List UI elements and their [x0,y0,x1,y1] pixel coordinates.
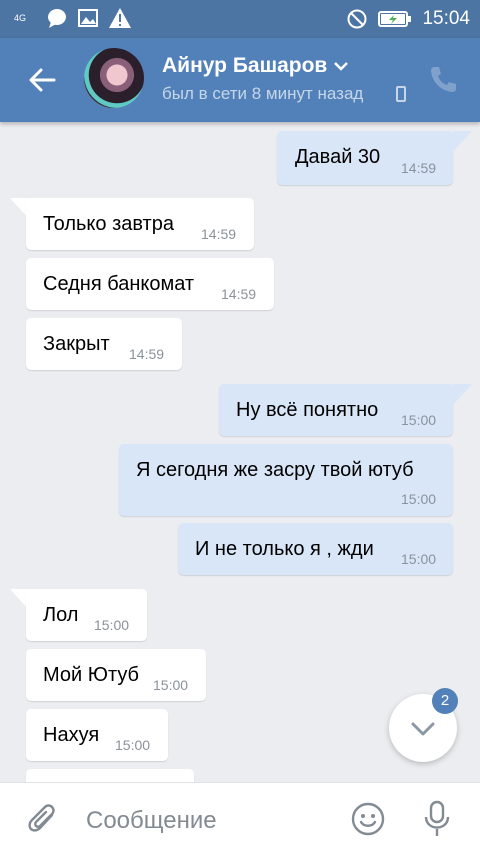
message-time: 15:00 [401,412,437,428]
message-composer: Сообщение [0,782,480,855]
message-time: 15:00 [401,551,437,567]
contact-name[interactable]: Айнур Башаров [162,54,349,78]
message-time: 14:59 [221,286,257,302]
message-bubble[interactable]: И не только я , жди 15:00 [178,523,453,575]
message-bubble[interactable]: Давай 30 14:59 [277,131,453,185]
message-bubble[interactable]: Ну всё понятно 15:00 [219,384,453,436]
last-seen-status: был в сети 8 минут назад [162,84,364,103]
message-bubble[interactable]: Только завтра 14:59 [26,198,254,250]
message-time: 14:59 [201,226,237,242]
contact-name-label: Айнур Башаров [162,54,328,77]
emoji-icon[interactable] [350,801,386,837]
do-not-disturb-icon [347,9,367,29]
message-text: Только завтра [43,213,174,235]
status-bar: 4G 15:04 [0,0,480,38]
message-time: 15:00 [115,737,151,753]
chat-header: Айнур Башаров был в сети 8 минут назад [0,38,480,122]
message-input[interactable]: Сообщение [86,807,217,835]
message-text: Закрыт [43,333,110,355]
chevron-down-icon [334,62,349,71]
clock: 15:04 [422,8,470,29]
message-bubble[interactable]: Закрыт 14:59 [26,318,182,370]
message-text: Лол [43,604,79,626]
mobile-device-icon [396,86,406,102]
message-time: 15:00 [94,617,130,633]
message-time: 14:59 [401,160,437,176]
message-time: 14:59 [129,346,165,362]
avatar[interactable] [84,48,144,108]
message-bubble[interactable]: Нахуя 15:00 [26,709,168,761]
attach-icon[interactable] [26,801,60,837]
phone-call-icon[interactable] [428,64,458,94]
message-text: И не только я , жди [195,538,374,560]
message-text: Ну всё понятно [236,399,379,421]
message-text: Нахуя [43,724,100,746]
bubble-tail [452,131,472,153]
bubble-tail [452,384,472,406]
message-bubble[interactable]: Мой Ютуб 15:00 [26,649,206,701]
image-icon [78,9,98,27]
message-bubble[interactable]: Я сегодня же засру твой ютуб 15:00 [119,444,453,516]
message-text: Давай 30 [295,146,381,168]
message-bubble[interactable]: Лол 15:00 [26,589,147,641]
message-time: 15:00 [401,491,437,507]
unread-count-badge: 2 [432,688,458,714]
battery-charging-icon [378,11,412,27]
message-text: Седня банкомат [43,273,195,295]
message-time: 15:00 [153,677,189,693]
message-text: Я сегодня же засру твой ютуб [136,459,414,481]
network-indicator: 4G [14,13,27,23]
message-bubble[interactable]: Седня банкомат 14:59 [26,258,274,310]
chat-bubble-icon [48,9,66,28]
microphone-icon[interactable] [422,799,452,839]
message-text: Мой Ютуб [43,664,140,686]
warning-icon [109,8,131,28]
back-arrow-icon[interactable] [24,62,60,98]
